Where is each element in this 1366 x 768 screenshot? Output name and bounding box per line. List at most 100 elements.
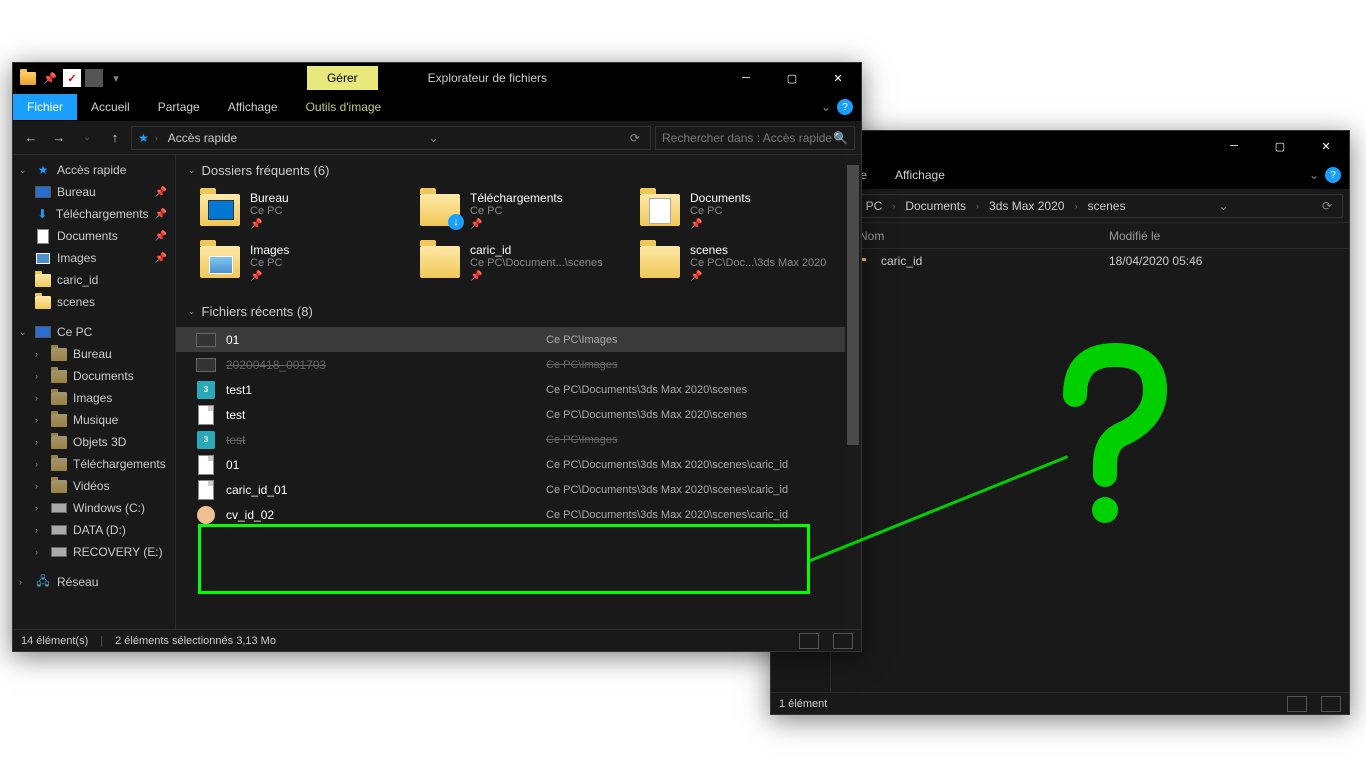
folder-téléchargements[interactable]: TéléchargementsCe PC📌 [416,186,616,234]
folder-caric_id[interactable]: caric_idCe PC\Document...\scenes📌 [416,238,616,286]
collapse-icon[interactable]: ⌄ [188,165,196,176]
tab-accueil[interactable]: Accueil [77,94,144,120]
expand-icon[interactable]: › [35,415,45,425]
expand-icon[interactable]: › [35,503,45,513]
view-details-button[interactable] [1287,696,1307,712]
dropdown-icon[interactable]: ⌄ [425,131,443,145]
qat-dropdown-icon[interactable]: ▾ [107,69,125,87]
col-modified[interactable]: Modifié le [1109,229,1160,243]
address-bar[interactable]: › Ce PC › Documents › 3ds Max 2020 › sce… [805,194,1343,218]
collapse-icon[interactable]: ⌄ [19,165,29,176]
sidebar-item-scenes[interactable]: scenes [13,291,175,313]
sidebar-item[interactable]: ›Musique [13,409,175,431]
expand-icon[interactable]: › [35,481,45,491]
folder-scenes[interactable]: scenesCe PC\Doc...\3ds Max 2020📌 [636,238,836,286]
folder-documents[interactable]: DocumentsCe PC📌 [636,186,836,234]
scrollbar-thumb[interactable] [847,165,859,445]
breadcrumb-documents[interactable]: Documents [901,197,970,215]
expand-icon[interactable]: › [35,547,45,557]
sidebar-item-téléchargements[interactable]: ⬇Téléchargements📌 [13,203,175,225]
expand-icon[interactable]: › [35,459,45,469]
sidebar-item[interactable]: ›Windows (C:) [13,497,175,519]
view-icons-button[interactable] [833,633,853,649]
file-row[interactable]: 20200418_001703Ce PC\Images [176,352,861,377]
sidebar-item[interactable]: ›Vidéos [13,475,175,497]
file-row[interactable]: testCe PC\Documents\3ds Max 2020\scenes [176,402,861,427]
list-item[interactable]: caric_id 18/04/2020 05:46 [849,249,1349,273]
folder-bureau[interactable]: BureauCe PC📌 [196,186,396,234]
file-name: test [226,433,546,447]
sidebar-item-caric_id[interactable]: caric_id [13,269,175,291]
column-headers[interactable]: Nom Modifié le [849,223,1349,249]
close-button[interactable]: ✕ [1303,131,1349,161]
dropdown-icon[interactable]: ⌄ [1215,199,1233,213]
sidebar-item[interactable]: ›Bureau [13,343,175,365]
sidebar-item-bureau[interactable]: Bureau📌 [13,181,175,203]
sidebar-item-documents[interactable]: Documents📌 [13,225,175,247]
tab-affichage[interactable]: Affichage [214,94,292,120]
minimize-button[interactable]: ─ [1211,131,1257,161]
tab-fichier[interactable]: Fichier [13,94,77,120]
help-icon[interactable]: ? [1325,167,1341,183]
history-dropdown[interactable]: ⌄ [75,126,99,150]
file-row[interactable]: 3testCe PC\Images [176,427,861,452]
up-button[interactable]: ↑ [103,126,127,150]
maximize-button[interactable]: ▢ [1257,131,1303,161]
expand-icon[interactable]: › [35,349,45,359]
refresh-icon[interactable]: ⟳ [626,131,644,145]
address-bar[interactable]: ★ › Accès rapide ⌄ ⟳ [131,126,651,150]
expand-icon[interactable]: › [19,577,29,587]
view-icons-button[interactable] [1321,696,1341,712]
close-button[interactable]: ✕ [815,63,861,93]
tab-affichage[interactable]: Affichage [881,162,959,188]
sidebar-item-images[interactable]: Images📌 [13,247,175,269]
sidebar-quickaccess[interactable]: ⌄ ★ Accès rapide [13,159,175,181]
download-icon: ⬇ [35,206,50,222]
section-frequent[interactable]: ⌄ Dossiers fréquents (6) [176,155,861,186]
doc-icon [35,228,51,244]
collapse-icon[interactable]: ⌄ [19,327,29,338]
chevron-down-icon[interactable]: ⌄ [821,100,831,114]
expand-icon[interactable]: › [35,525,45,535]
sidebar-item[interactable]: ›Documents [13,365,175,387]
expand-icon[interactable]: › [35,371,45,381]
file-row[interactable]: cv_id_02Ce PC\Documents\3ds Max 2020\sce… [176,502,861,527]
file-row[interactable]: caric_id_01Ce PC\Documents\3ds Max 2020\… [176,477,861,502]
scrollbar[interactable] [845,155,861,629]
tab-outils-image[interactable]: Outils d'image [292,94,396,120]
manage-tab[interactable]: Gérer [307,66,378,90]
breadcrumb-3dsmax[interactable]: 3ds Max 2020 [985,197,1068,215]
help-icon[interactable]: ? [837,99,853,115]
breadcrumb-quickaccess[interactable]: Accès rapide [164,129,241,147]
file-row[interactable]: 01Ce PC\Documents\3ds Max 2020\scenes\ca… [176,452,861,477]
view-details-button[interactable] [799,633,819,649]
pin-icon[interactable]: 📌 [41,69,59,87]
sidebar-thispc[interactable]: ⌄ Ce PC [13,321,175,343]
qat-icon[interactable]: ✓ [63,69,81,87]
folder-images[interactable]: ImagesCe PC📌 [196,238,396,286]
search-input[interactable]: Rechercher dans : Accès rapide 🔍 [655,126,855,150]
file-path: Ce PC\Documents\3ds Max 2020\scenes\cari… [546,459,788,471]
sidebar-network[interactable]: › 🖧 Réseau [13,571,175,593]
expand-icon[interactable]: › [35,437,45,447]
qat-icon[interactable] [85,69,103,87]
tab-partage[interactable]: Partage [144,94,214,120]
sidebar-item[interactable]: ›Téléchargements [13,453,175,475]
refresh-icon[interactable]: ⟳ [1318,199,1336,213]
file-row[interactable]: 3test1Ce PC\Documents\3ds Max 2020\scene… [176,377,861,402]
minimize-button[interactable]: ─ [723,63,769,93]
col-name[interactable]: Nom [859,229,1109,243]
chevron-down-icon[interactable]: ⌄ [1309,168,1319,182]
back-button[interactable]: ← [19,126,43,150]
maximize-button[interactable]: ▢ [769,63,815,93]
sidebar-item[interactable]: ›Images [13,387,175,409]
collapse-icon[interactable]: ⌄ [188,306,196,317]
forward-button[interactable]: → [47,126,71,150]
breadcrumb-scenes[interactable]: scenes [1083,197,1129,215]
file-row[interactable]: 01Ce PC\Images [176,327,861,352]
sidebar-item[interactable]: ›RECOVERY (E:) [13,541,175,563]
expand-icon[interactable]: › [35,393,45,403]
sidebar-item[interactable]: ›Objets 3D [13,431,175,453]
section-recent[interactable]: ⌄ Fichiers récents (8) [176,296,861,327]
sidebar-item[interactable]: ›DATA (D:) [13,519,175,541]
